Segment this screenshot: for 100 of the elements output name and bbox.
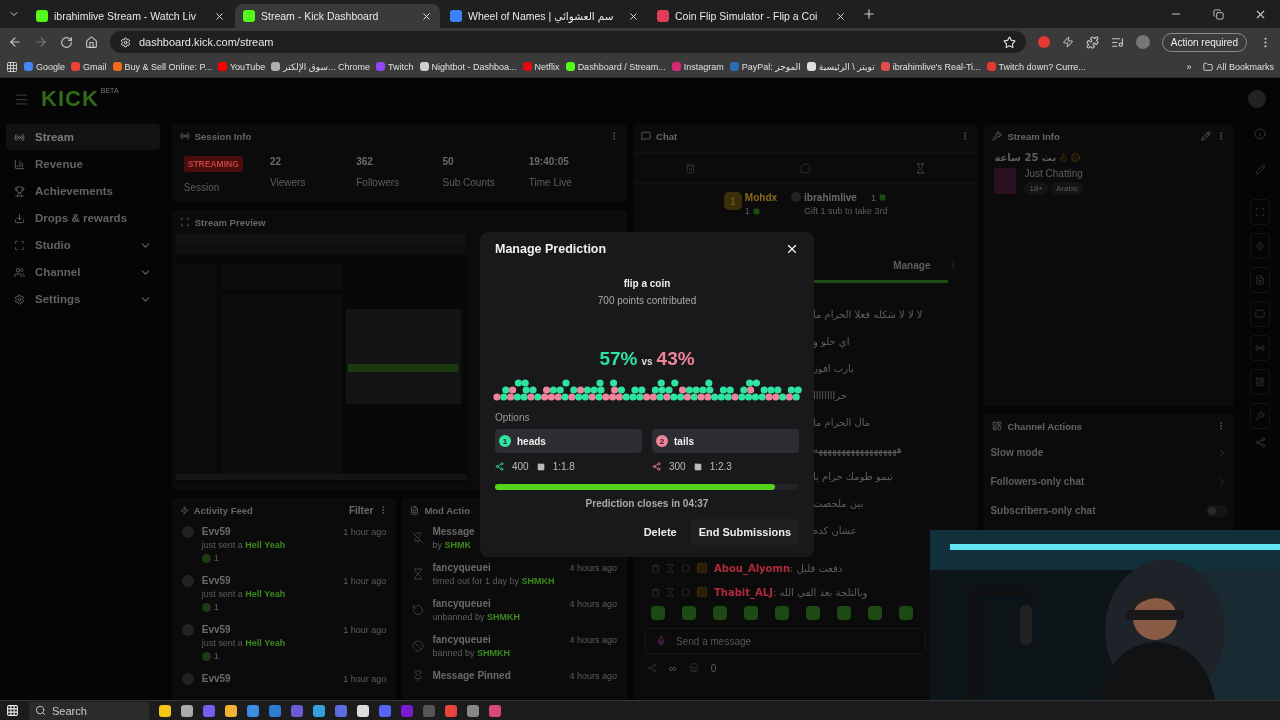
bookmark[interactable]: Twitch [376, 61, 414, 72]
stat-value: 19:40:05 [528, 156, 569, 167]
star-icon[interactable] [1002, 35, 1016, 49]
bookmark[interactable]: Google [24, 61, 66, 72]
action-title: fancyqueuei [432, 634, 491, 645]
info-icon[interactable] [1254, 128, 1266, 140]
panel-title: Mod Actio [424, 504, 471, 516]
chat-bubble-icon[interactable] [800, 162, 812, 174]
app-icon[interactable] [225, 704, 237, 717]
browser-tab[interactable]: Stream - Kick Dashboard [235, 4, 440, 28]
bookmark[interactable]: Dashboard / Stream... [565, 61, 666, 72]
close-icon[interactable] [628, 10, 639, 22]
extension-icon[interactable] [1061, 36, 1074, 48]
trash-icon[interactable] [651, 587, 660, 597]
timestamp: 4 hours ago [569, 562, 618, 573]
shield-icon[interactable] [681, 587, 690, 597]
emote-icon[interactable] [682, 606, 696, 620]
share-icon[interactable] [1254, 437, 1266, 448]
site-settings-icon[interactable] [120, 36, 131, 48]
emote-icon[interactable] [899, 606, 913, 620]
app-icon[interactable] [159, 704, 171, 717]
ratio-icon [693, 462, 702, 471]
store-icon[interactable] [688, 663, 699, 673]
app-icon[interactable] [357, 704, 369, 717]
more-bookmarks-button[interactable]: » [1186, 61, 1192, 72]
hourglass-icon[interactable] [666, 563, 675, 573]
browser-tab[interactable]: Wheel of Names | سم العشوائي [442, 4, 647, 28]
close-icon[interactable] [214, 10, 225, 22]
address-field[interactable]: dashboard.kick.com/stream [110, 31, 1026, 53]
shield-icon[interactable] [681, 563, 690, 573]
end-submissions-button[interactable]: End Submissions [690, 519, 799, 545]
app-icon[interactable] [181, 704, 193, 717]
stat-label: Time Live [528, 177, 572, 188]
reload-icon[interactable] [60, 35, 73, 49]
layout-icon [992, 421, 1003, 431]
close-icon[interactable] [835, 10, 846, 22]
bookmark[interactable]: تويتر \ الرئيسية [806, 61, 875, 72]
panel-title: Stream Info [1007, 130, 1061, 142]
microphone-icon[interactable] [656, 636, 666, 646]
app-icon[interactable] [313, 704, 325, 717]
close-button[interactable] [785, 242, 799, 256]
edit-icon[interactable] [1254, 164, 1266, 175]
edit-icon[interactable] [1201, 131, 1212, 141]
windows-start-icon[interactable] [6, 704, 19, 717]
sidebar-item[interactable]: Stream [6, 124, 160, 150]
media-icon[interactable] [1110, 35, 1124, 49]
reward-icon [201, 602, 211, 612]
ratio-icon [536, 462, 545, 471]
option-button[interactable]: 2 tails [652, 429, 799, 453]
toggle-switch[interactable] [1206, 504, 1229, 517]
chat-message: بين ملخصت [813, 498, 865, 509]
puzzle-icon[interactable] [1085, 35, 1099, 49]
new-tab-icon[interactable] [862, 7, 876, 21]
reward-count: 1 [213, 602, 219, 612]
emote-icon[interactable] [837, 606, 851, 620]
browser-tab[interactable]: ibrahimlive Stream - Watch Liv [28, 4, 233, 28]
stat-label: Viewers [270, 177, 306, 188]
emote-icon[interactable] [775, 606, 789, 620]
option-points: 300 [669, 461, 686, 472]
document-icon[interactable] [1250, 267, 1270, 293]
bookmark[interactable]: PayPal: الموجز [729, 61, 801, 72]
trash-icon[interactable] [651, 563, 660, 573]
bookmark[interactable]: Twitch down? Curre... [986, 61, 1086, 72]
bookmark[interactable]: ibrahimlive's Real-Ti... [880, 61, 981, 72]
bookmark[interactable]: Instagram [671, 61, 724, 72]
bookmark[interactable]: سوق الإلكتر... Chrome [271, 61, 371, 72]
taskbar-search-field[interactable]: Search [29, 701, 149, 720]
emote-icon[interactable] [651, 606, 665, 620]
filter-button[interactable]: Filter [348, 504, 374, 516]
wrench-icon [992, 131, 1003, 141]
bookmark[interactable]: YouTube [217, 61, 266, 72]
all-bookmarks-button[interactable]: All Bookmarks [1203, 61, 1274, 72]
bookmark[interactable]: Nightbot - Dashboa... [419, 61, 517, 72]
browser-tab[interactable]: Coin Flip Simulator - Flip a Coi [649, 4, 854, 28]
profile-avatar[interactable] [1135, 35, 1150, 49]
back-icon[interactable] [8, 35, 22, 49]
emote-icon[interactable] [744, 606, 758, 620]
leaderboard-note: Gift 1 sub to take 3rd [804, 206, 888, 216]
close-icon[interactable] [421, 10, 432, 22]
hourglass-icon[interactable] [915, 162, 927, 174]
bookmark[interactable]: Buy & Sell Online: P... [112, 61, 212, 72]
bookmark[interactable]: Netflix [522, 61, 560, 72]
option-button[interactable]: 1 heads [495, 429, 642, 453]
forward-icon[interactable] [34, 35, 48, 49]
emote-icon[interactable] [806, 606, 820, 620]
lightning-icon [179, 505, 189, 515]
app-icon[interactable] [247, 704, 259, 717]
stat-label: Followers [356, 177, 400, 188]
user-avatar[interactable] [1248, 90, 1266, 108]
trash-icon[interactable] [685, 162, 697, 174]
home-icon[interactable] [85, 35, 98, 49]
emote-icon[interactable] [713, 606, 727, 620]
apps-icon[interactable] [6, 60, 18, 73]
extension-icon[interactable] [1037, 36, 1050, 48]
chat-message: يارب افوز [813, 363, 855, 374]
hourglass-icon[interactable] [666, 587, 675, 597]
emote-icon[interactable] [868, 606, 882, 620]
bookmark[interactable]: Gmail [71, 61, 107, 72]
delete-button[interactable]: Delete [635, 519, 685, 545]
category-thumbnail [994, 168, 1017, 194]
